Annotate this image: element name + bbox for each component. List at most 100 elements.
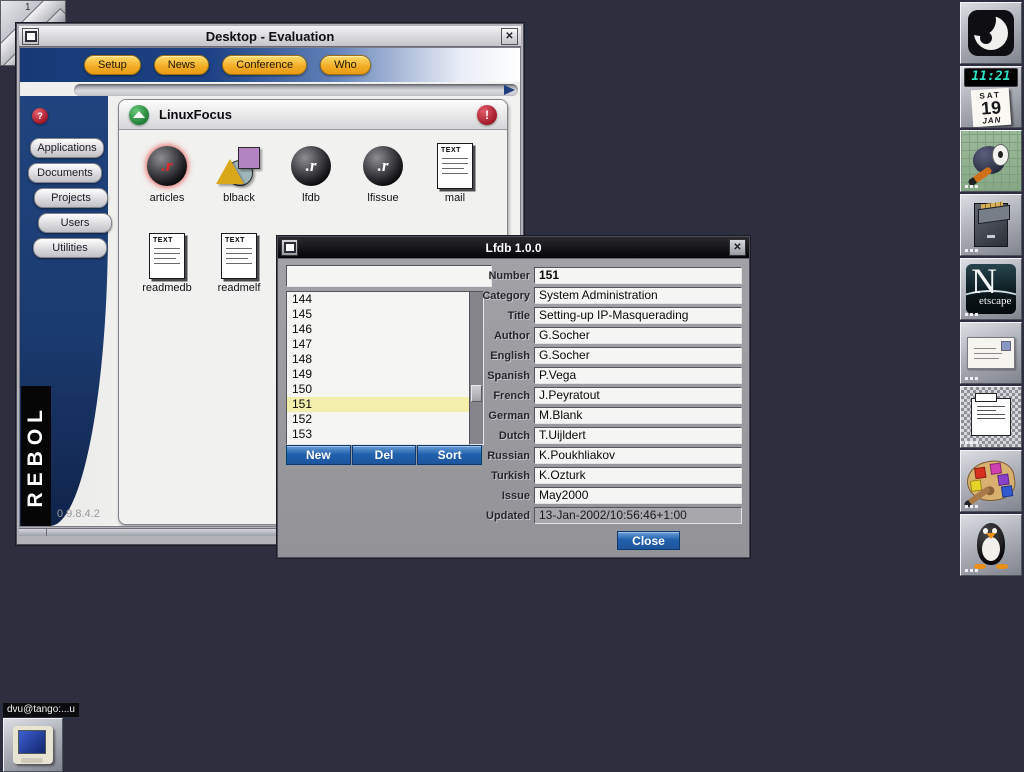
folder-icon-readmedb[interactable]: TEXTreadmedb [131, 232, 203, 318]
list-item-151[interactable]: 151 [287, 397, 469, 412]
minimized-terminal[interactable]: dvu@tango:...u [3, 699, 79, 772]
list-item-149[interactable]: 149 [287, 367, 469, 382]
dock-tile-gnustep[interactable] [960, 2, 1022, 64]
folder-icon-label: mail [445, 192, 465, 204]
sidebar-item-applications[interactable]: Applications [30, 138, 104, 158]
sidebar-item-utilities[interactable]: Utilities [33, 238, 107, 258]
dock-tile-mail[interactable] [960, 322, 1022, 384]
field-value-german[interactable]: M.Blank [534, 407, 742, 424]
field-label-category: Category [458, 290, 530, 302]
field-value-spanish[interactable]: P.Vega [534, 367, 742, 384]
rebol-ball-icon: .r [291, 146, 331, 186]
rebol-ball-icon: .r [363, 146, 403, 186]
nav-band: Setup News Conference Who [20, 48, 520, 82]
field-label-issue: Issue [458, 490, 530, 502]
scroll-pill-bar[interactable] [74, 84, 518, 96]
list-item-147[interactable]: 147 [287, 337, 469, 352]
sidebar-items: ApplicationsDocumentsProjectsUsersUtilit… [20, 138, 108, 263]
rebol-glyph: .r [378, 156, 389, 176]
sidebar-item-documents[interactable]: Documents [28, 163, 102, 183]
field-value-author[interactable]: G.Socher [534, 327, 742, 344]
file-cabinet-icon [974, 203, 1008, 247]
dock-tile-mail-reader[interactable] [960, 386, 1022, 448]
new-button[interactable]: New [286, 445, 351, 465]
help-icon[interactable]: ? [32, 108, 48, 124]
nav-buttons: Setup News Conference Who [84, 55, 371, 75]
folder-icon-lfissue[interactable]: .r lfissue [347, 142, 419, 228]
desktop-close-button[interactable]: ✕ [501, 28, 518, 45]
field-value-category[interactable]: System Administration [534, 287, 742, 304]
dock-tile-netscape[interactable]: N etscape [960, 258, 1022, 320]
dock-tile-gimp[interactable] [960, 130, 1022, 192]
field-value-turkish[interactable]: K.Ozturk [534, 467, 742, 484]
list-item-152[interactable]: 152 [287, 412, 469, 427]
rebol-logo: REBOL [21, 386, 51, 526]
desktop-window-titlebar[interactable]: Desktop - Evaluation ✕ [19, 26, 521, 47]
linuxfocus-header[interactable]: LinuxFocus ! [119, 100, 507, 130]
sidebar-item-users[interactable]: Users [38, 213, 112, 233]
lfdb-close-button[interactable]: ✕ [729, 239, 746, 256]
dock-tile-file-cabinet[interactable] [960, 194, 1022, 256]
nav-button-conference[interactable]: Conference [222, 55, 307, 75]
field-value-updated: 13-Jan-2002/10:56:46+1:00 [534, 507, 742, 524]
dock-tile-palette[interactable] [960, 450, 1022, 512]
icon-art: .r [363, 142, 403, 190]
folder-icon-readmelf[interactable]: TEXTreadmelf [203, 232, 275, 318]
field-label-german: German [458, 410, 530, 422]
miniwindow-tile[interactable] [3, 718, 63, 772]
miniaturize-button[interactable] [22, 28, 39, 45]
folder-icon-label: articles [150, 192, 185, 204]
form-row-spanish: SpanishP.Vega [458, 367, 742, 384]
list-item-144[interactable]: 144 [287, 292, 469, 307]
lfdb-titlebar[interactable]: Lfdb 1.0.0 ✕ [278, 237, 749, 259]
running-dots [965, 185, 968, 188]
field-value-french[interactable]: J.Peyratout [534, 387, 742, 404]
list-item-150[interactable]: 150 [287, 382, 469, 397]
dock-tile-clock[interactable]: 11:21 SAT 19 JAN [960, 66, 1022, 128]
list-item-146[interactable]: 146 [287, 322, 469, 337]
open-folder-icon[interactable] [129, 105, 149, 125]
field-value-number[interactable]: 151 [534, 267, 742, 284]
article-number-list[interactable]: 144145146147148149150151152153 [286, 291, 470, 445]
alert-icon[interactable]: ! [477, 105, 497, 125]
calendar-icon: SAT 19 JAN [971, 88, 1011, 128]
close-record-button[interactable]: Close [617, 531, 680, 550]
nav-button-news[interactable]: News [154, 55, 210, 75]
sidebar-item-projects[interactable]: Projects [34, 188, 108, 208]
list-item-148[interactable]: 148 [287, 352, 469, 367]
icon-art [216, 142, 262, 190]
dock-tile-tux[interactable] [960, 514, 1022, 576]
lfdb-miniaturize-button[interactable] [281, 239, 298, 256]
mini-window-icon [284, 242, 296, 253]
folder-icon-label: blback [223, 192, 255, 204]
digital-clock: 11:21 [964, 68, 1018, 87]
field-label-french: French [458, 390, 530, 402]
list-item-145[interactable]: 145 [287, 307, 469, 322]
field-value-russian[interactable]: K.Poukhliakov [534, 447, 742, 464]
folder-icon-articles[interactable]: .rarticles [131, 142, 203, 228]
folder-icon-mail[interactable]: TEXTmail [419, 142, 491, 228]
form-row-title: TitleSetting-up IP-Masquerading [458, 307, 742, 324]
doc-line [154, 258, 176, 259]
form-row-german: German M.Blank [458, 407, 742, 424]
folder-icon-lfdb[interactable]: .rlfdb [275, 142, 347, 228]
nav-button-who[interactable]: Who [320, 55, 371, 75]
lfdb-window-title: Lfdb 1.0.0 [278, 241, 749, 255]
field-value-issue[interactable]: May2000 [534, 487, 742, 504]
doc-line [226, 263, 252, 264]
pillbar-arrow-icon [504, 85, 515, 95]
list-item-153[interactable]: 153 [287, 427, 469, 442]
folder-icon-blback[interactable]: blback [203, 142, 275, 228]
field-value-dutch[interactable]: T.Uijldert [534, 427, 742, 444]
mini-window-icon [25, 31, 37, 42]
field-label-english: English [458, 350, 530, 362]
field-value-english[interactable]: G.Socher [534, 347, 742, 364]
folder-icon-label: lfissue [367, 192, 398, 204]
field-value-title[interactable]: Setting-up IP-Masquerading [534, 307, 742, 324]
nav-button-setup[interactable]: Setup [84, 55, 141, 75]
doc-line [442, 158, 468, 159]
field-label-dutch: Dutch [458, 430, 530, 442]
del-button[interactable]: Del [352, 445, 417, 465]
folder-icon-label: readmedb [142, 282, 192, 294]
form-row-french: French J.Peyratout [458, 387, 742, 404]
